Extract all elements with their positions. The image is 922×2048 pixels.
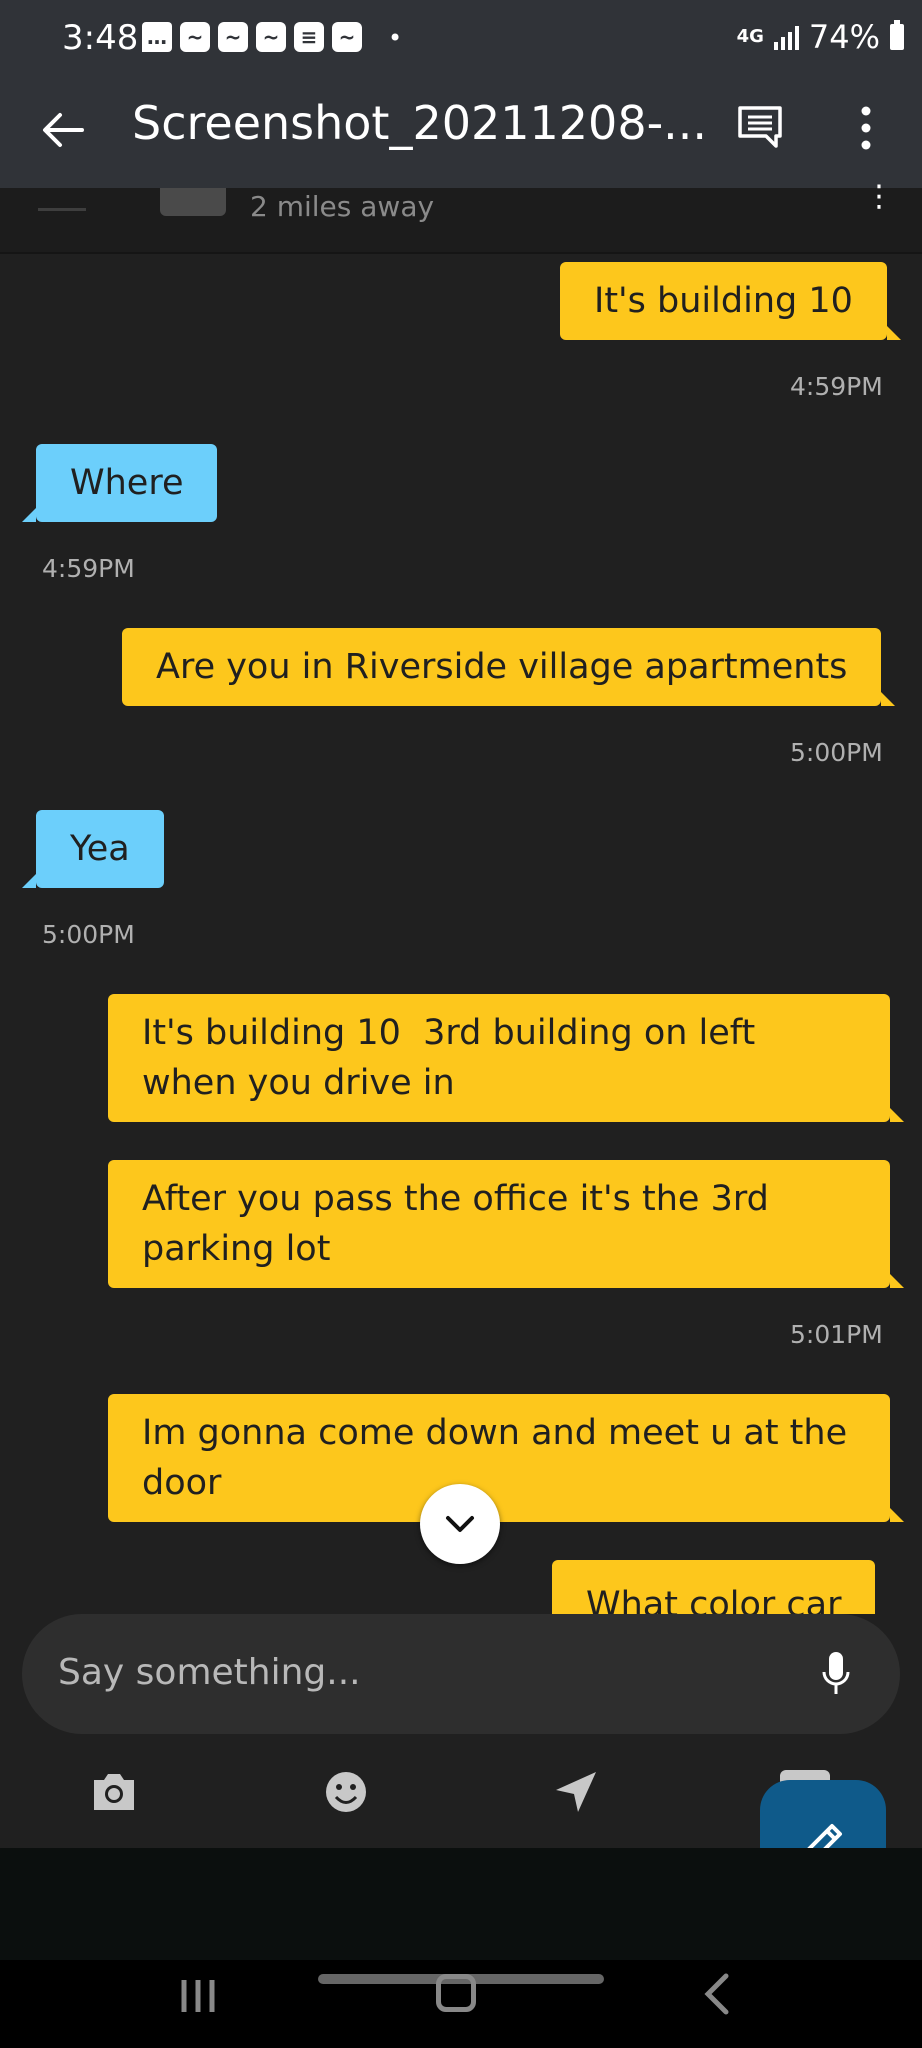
message-bubble-outgoing-partial[interactable]: What color car — [552, 1560, 876, 1614]
location-icon[interactable] — [552, 1770, 600, 1814]
message-line: door — [142, 1463, 222, 1503]
message-bubble-incoming[interactable]: Where — [21, 444, 218, 522]
chat-header — [0, 188, 922, 254]
message-line: when you drive in — [142, 1063, 455, 1103]
message-bubble-outgoing[interactable]: It's building 10 3rd building on left wh… — [108, 994, 904, 1122]
message-text: Where — [70, 463, 184, 503]
chat-app-icon: ~ — [218, 22, 248, 52]
message-line: It's building 10 3rd building on left — [142, 1013, 756, 1053]
chat-more-icon[interactable]: ⋮ — [864, 182, 894, 212]
message-timestamp: 5:00PM — [42, 920, 135, 949]
chat-app-icon: ~ — [332, 22, 362, 52]
chat-app-icon: ~ — [180, 22, 210, 52]
message-text: It's building 10 — [594, 281, 853, 321]
chat-app-icon: ~ — [256, 22, 286, 52]
camera-icon[interactable] — [90, 1770, 138, 1814]
back-arrow-icon[interactable] — [38, 105, 88, 155]
comment-icon[interactable] — [736, 104, 784, 148]
message-timestamp: 5:01PM — [790, 1320, 883, 1349]
message-icon: … — [142, 22, 172, 52]
message-text: Yea — [70, 829, 130, 869]
avatar[interactable] — [160, 188, 226, 216]
message-input-placeholder: Say something... — [58, 1652, 361, 1693]
more-notifications-dot: • — [388, 24, 403, 52]
emoji-icon[interactable] — [322, 1770, 370, 1814]
network-type: 4G — [736, 26, 764, 47]
message-bubble-outgoing[interactable]: Are you in Riverside village apartments — [122, 628, 896, 706]
battery-percent: 74% — [808, 18, 880, 56]
viewer-title: Screenshot_20211208-... — [132, 96, 708, 150]
microphone-icon[interactable] — [822, 1650, 850, 1698]
message-bubble-outgoing[interactable]: After you pass the office it's the 3rd p… — [108, 1160, 904, 1288]
home-icon[interactable] — [436, 1974, 476, 2012]
message-bubble-incoming[interactable]: Yea — [22, 810, 164, 888]
message-text: What color car — [586, 1585, 842, 1614]
chevron-down-icon — [446, 1516, 474, 1532]
recent-apps-icon[interactable] — [178, 1976, 218, 2016]
news-icon: ≡ — [294, 22, 324, 52]
message-bubble-outgoing[interactable]: Im gonna come down and meet u at the doo… — [108, 1394, 904, 1522]
nav-back-icon[interactable] — [700, 1972, 734, 2016]
empty-area — [0, 1848, 922, 1960]
message-timestamp: 5:00PM — [790, 738, 883, 767]
notification-icons: … ~ ~ ~ ≡ ~ — [142, 22, 362, 52]
message-timestamp: 4:59PM — [42, 554, 135, 583]
distance-label: 2 miles away — [250, 190, 435, 223]
status-time: 3:48 — [62, 18, 139, 58]
message-line: Im gonna come down and meet u at the — [142, 1413, 848, 1453]
message-text: Are you in Riverside village apartments — [156, 647, 848, 687]
chat-back-icon[interactable] — [38, 188, 86, 211]
status-right: 4G 74% — [737, 18, 904, 56]
message-bubble-outgoing[interactable]: It's building 10 — [560, 262, 901, 340]
message-line: After you pass the office it's the 3rd — [142, 1179, 769, 1219]
battery-icon — [890, 20, 904, 50]
message-line: parking lot — [142, 1229, 331, 1269]
more-options-icon[interactable] — [856, 104, 876, 152]
message-timestamp: 4:59PM — [790, 372, 883, 401]
signal-icon — [773, 24, 799, 50]
scroll-to-bottom-button[interactable] — [420, 1484, 500, 1564]
